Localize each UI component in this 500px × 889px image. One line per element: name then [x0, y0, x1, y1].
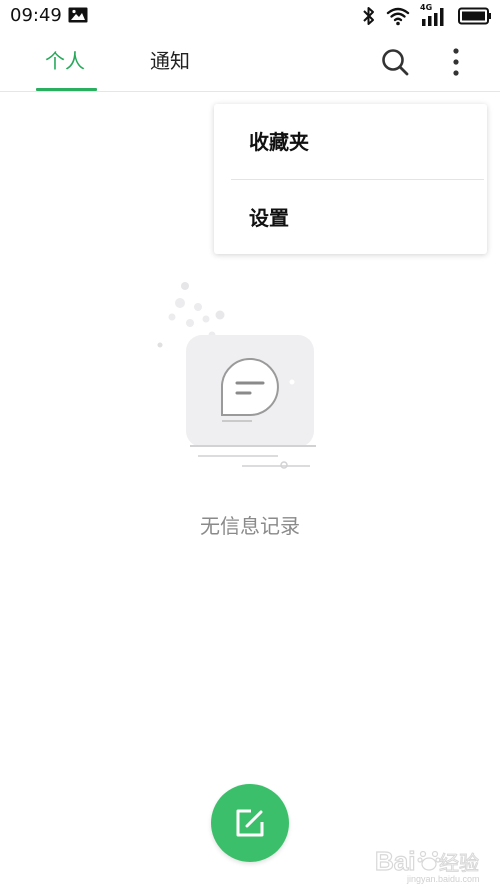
- signal-icon: 4G: [420, 3, 448, 27]
- empty-state-illustration: [150, 275, 330, 475]
- search-icon: [382, 49, 409, 76]
- menu-item-favorites[interactable]: 收藏夹: [214, 104, 487, 176]
- menu-item-label: 收藏夹: [249, 130, 309, 154]
- baidu-watermark-logo: Bai 经验 jingyan.baidu.com: [374, 838, 495, 884]
- active-tab-indicator: [36, 88, 97, 91]
- svg-text:Bai: Bai: [375, 846, 415, 876]
- menu-item-settings[interactable]: 设置: [214, 180, 487, 252]
- svg-text:经验: 经验: [439, 851, 479, 875]
- compose-fab[interactable]: [211, 784, 289, 862]
- empty-state-text: 无信息记录: [200, 514, 300, 538]
- chat-bubble-icon: [157, 282, 316, 469]
- image-icon: [68, 7, 88, 23]
- more-options-button[interactable]: [440, 44, 472, 80]
- status-icons: 4G: [362, 3, 492, 27]
- tab-personal[interactable]: 个人: [45, 46, 85, 76]
- bluetooth-icon: [362, 6, 376, 26]
- svg-text:jingyan.baidu.com: jingyan.baidu.com: [406, 874, 480, 884]
- status-time: 09:49: [10, 5, 62, 26]
- overflow-menu: 收藏夹 设置: [214, 104, 487, 254]
- app-header: 个人 通知: [0, 32, 500, 92]
- menu-item-label: 设置: [249, 206, 289, 230]
- tab-notifications[interactable]: 通知: [150, 46, 190, 76]
- wifi-icon: [386, 6, 410, 26]
- more-vertical-icon: [453, 48, 459, 76]
- edit-icon: [236, 809, 264, 837]
- status-bar: 09:49 4G: [0, 0, 500, 32]
- battery-icon: [458, 7, 492, 25]
- search-button[interactable]: [379, 46, 411, 78]
